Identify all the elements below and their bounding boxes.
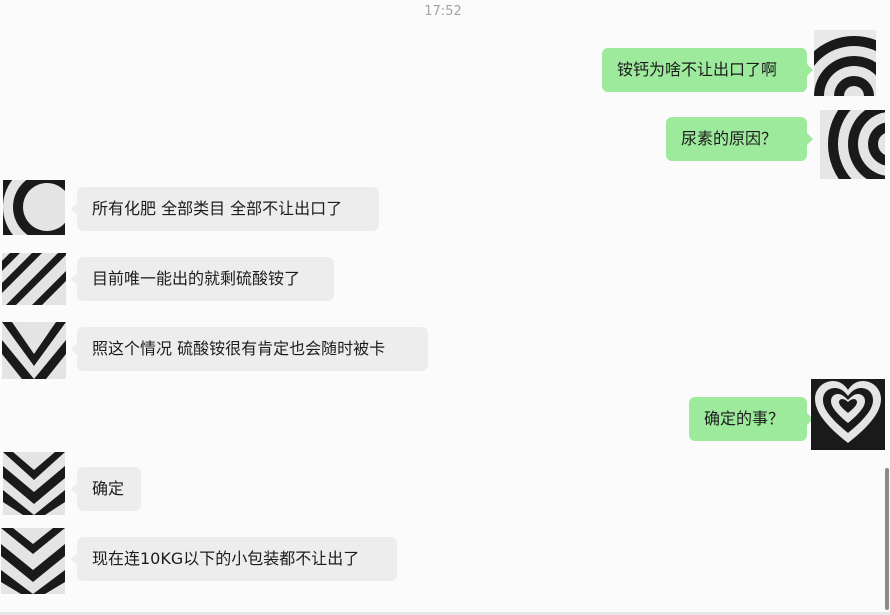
message-bubble-incoming[interactable]: 所有化肥 全部类目 全部不让出口了	[71, 187, 379, 231]
message-bubble-incoming[interactable]: 现在连10KG以下的小包装都不让出了	[71, 537, 397, 581]
concentric-rings-avatar	[820, 110, 885, 179]
concentric-rings-avatar	[3, 180, 65, 235]
diagonal-stripes-avatar	[2, 253, 66, 305]
heart-avatar	[811, 379, 885, 450]
message-bubble-incoming[interactable]: 照这个情况 硫酸铵很有肯定也会随时被卡	[71, 327, 428, 371]
chevron-stripes-avatar	[2, 322, 66, 379]
concentric-rings-avatar	[814, 30, 876, 96]
avatar[interactable]	[2, 322, 66, 379]
avatar[interactable]	[1, 528, 65, 594]
chevron-stripes-avatar	[1, 528, 65, 594]
avatar[interactable]	[811, 379, 885, 450]
message-bubble-incoming[interactable]: 目前唯一能出的就剩硫酸铵了	[71, 257, 334, 301]
message-timestamp: 17:52	[424, 4, 462, 19]
message-bubble-incoming[interactable]: 确定	[71, 467, 141, 511]
avatar[interactable]	[814, 30, 876, 96]
avatar[interactable]	[3, 452, 65, 515]
avatar[interactable]	[3, 180, 65, 235]
message-bubble-outgoing[interactable]: 铵钙为啥不让出口了啊	[602, 48, 813, 92]
scrollbar-thumb[interactable]	[885, 468, 889, 610]
avatar[interactable]	[820, 110, 885, 179]
message-bubble-outgoing[interactable]: 确定的事？	[689, 397, 813, 441]
avatar[interactable]	[2, 253, 66, 305]
chevron-stripes-avatar	[3, 452, 65, 515]
message-bubble-outgoing[interactable]: 尿素的原因？	[666, 117, 813, 161]
